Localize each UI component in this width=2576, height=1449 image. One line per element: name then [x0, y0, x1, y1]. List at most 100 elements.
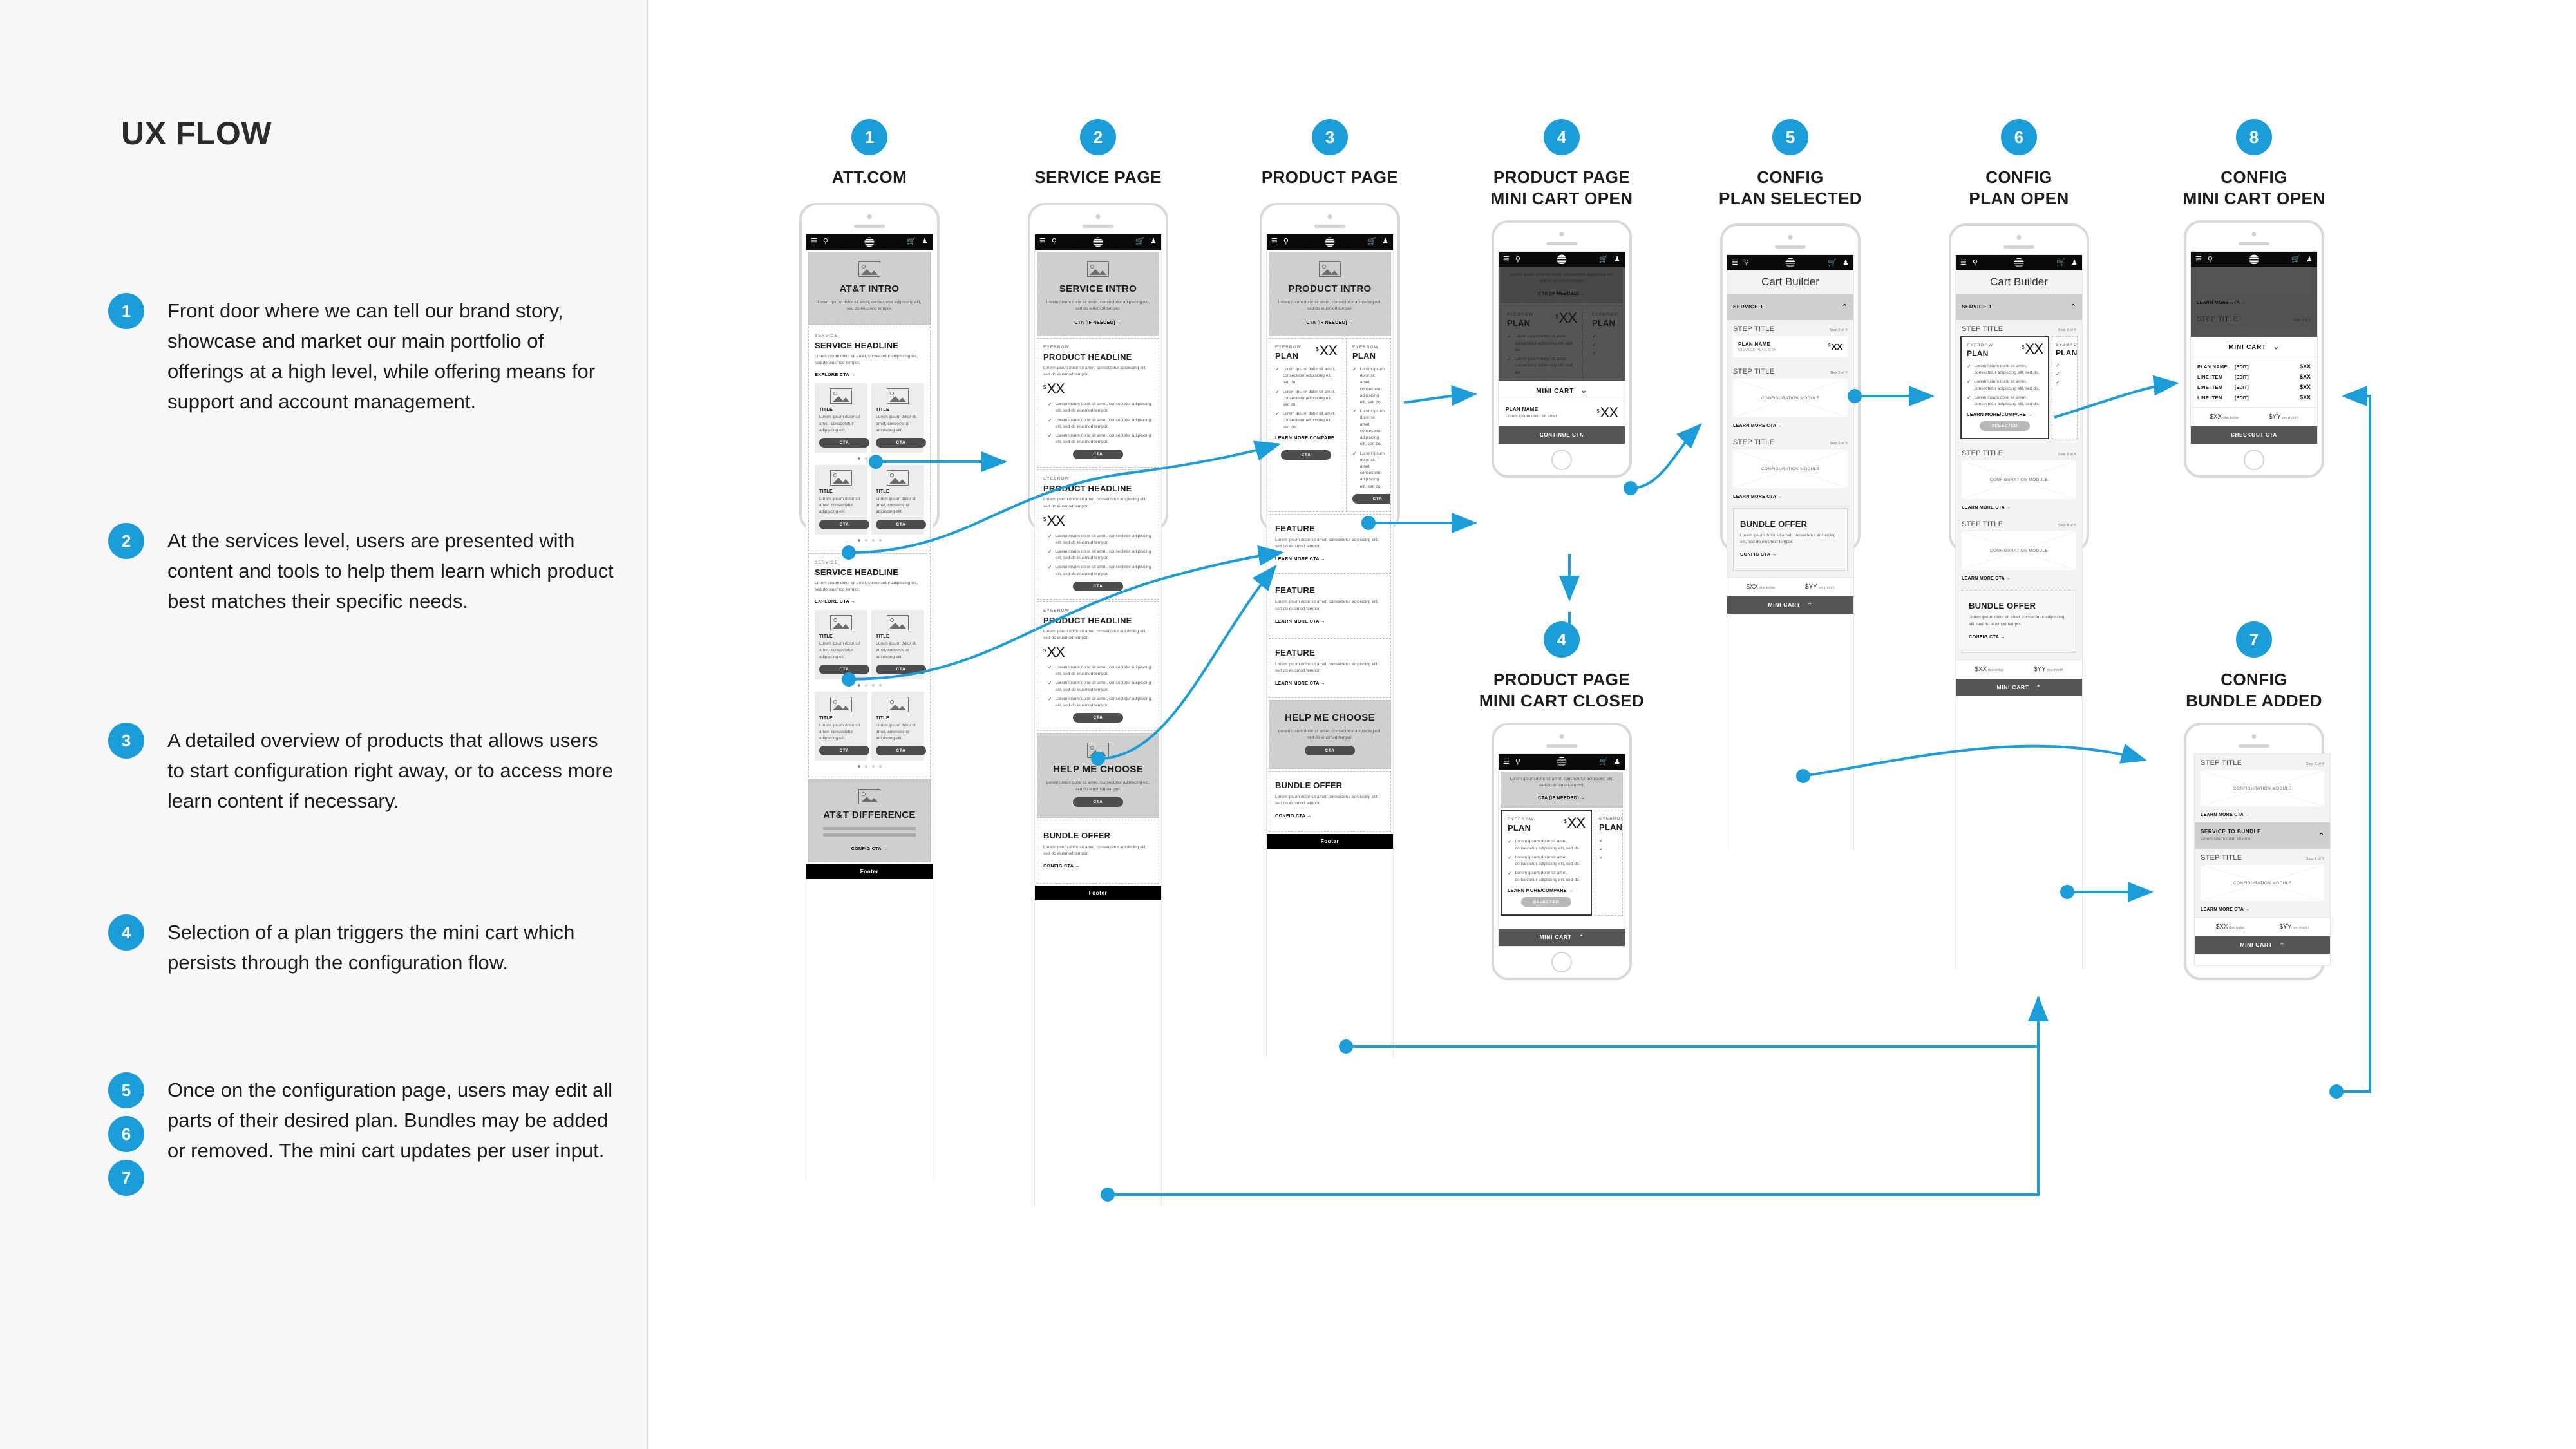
learn-more-cta-link[interactable]: LEARN MORE CTA →: [2195, 809, 2330, 822]
att-logo-icon[interactable]: [1325, 237, 1335, 247]
carousel-dots[interactable]: [815, 679, 924, 689]
explore-cta-link[interactable]: EXPLORE CTA →: [815, 598, 924, 604]
help-me-choose-cta-button[interactable]: CTA: [1073, 797, 1123, 807]
configuration-module[interactable]: CONFIGURATION MODULE: [1962, 531, 2076, 571]
hamburger-icon[interactable]: ☰: [1503, 256, 1510, 263]
plan-selected-button[interactable]: SELECTED: [1521, 896, 1571, 907]
product-cta-button[interactable]: CTA: [1073, 713, 1123, 723]
chevron-up-icon[interactable]: ⌃: [2280, 942, 2285, 948]
user-icon[interactable]: ♟: [1382, 238, 1388, 245]
carousel-dot[interactable]: [857, 765, 860, 768]
search-icon[interactable]: ⚲: [2208, 256, 2213, 263]
hamburger-icon[interactable]: ☰: [1039, 238, 1046, 245]
cart-icon[interactable]: 🛒: [1599, 256, 1608, 263]
home-button[interactable]: [1551, 952, 1572, 972]
learn-more-compare-link[interactable]: LEARN MORE/COMPARE →: [1508, 887, 1585, 893]
carousel-dot[interactable]: [864, 765, 867, 768]
tile-cta-button[interactable]: CTA: [819, 438, 869, 448]
search-icon[interactable]: ⚲: [823, 238, 828, 245]
carousel-dot[interactable]: [878, 765, 882, 768]
tile-cta-button[interactable]: CTA: [819, 664, 869, 674]
product-tile[interactable]: TITLE Lorem ipsum dolor sit amet, consec…: [815, 383, 869, 453]
learn-more-cta-link[interactable]: LEARN MORE CTA →: [1956, 502, 2082, 516]
learn-more-cta-link[interactable]: LEARN MORE CTA →: [1727, 491, 1853, 504]
carousel-dots[interactable]: [815, 453, 924, 462]
cart-icon[interactable]: 🛒: [1828, 259, 1837, 267]
home-button[interactable]: [2244, 450, 2264, 470]
carousel-dot[interactable]: [878, 457, 882, 460]
product-tile[interactable]: TITLE Lorem ipsum dolor sit amet, consec…: [871, 465, 926, 535]
att-logo-icon[interactable]: [1557, 254, 1567, 265]
chevron-up-icon[interactable]: ⌃: [2318, 831, 2324, 840]
cart-icon[interactable]: 🛒: [2056, 259, 2065, 267]
line-edit-link[interactable]: [EDIT]: [2235, 384, 2249, 390]
configuration-module[interactable]: [2197, 267, 2311, 294]
help-me-choose-cta-button[interactable]: CTA: [1305, 745, 1355, 755]
att-logo-icon[interactable]: [864, 237, 875, 247]
learn-more-compare-link[interactable]: LEARN MORE/COMPARE →: [1967, 412, 2043, 417]
att-logo-icon[interactable]: [2014, 258, 2024, 268]
configuration-module[interactable]: CONFIGURATION MODULE: [2201, 770, 2324, 806]
search-icon[interactable]: ⚲: [1052, 238, 1057, 245]
cart-icon[interactable]: 🛒: [1599, 758, 1608, 766]
cart-icon[interactable]: 🛒: [1367, 238, 1376, 245]
plan-cta-button[interactable]: CTA: [1281, 450, 1331, 460]
user-icon[interactable]: ♟: [922, 238, 928, 245]
carousel-dot[interactable]: [857, 457, 860, 460]
hamburger-icon[interactable]: ☰: [811, 238, 817, 245]
mini-cart-collapsed-bar[interactable]: MINI CART ⌃: [1727, 596, 1853, 614]
service-to-bundle-header[interactable]: SERVICE TO BUNDLE Lorem ipsum dolor sit …: [2195, 822, 2330, 849]
selected-plan-row[interactable]: PLAN NAME CHANGE PLAN CTA $ XX: [1733, 336, 1848, 357]
feature-learn-more-link[interactable]: LEARN MORE CTA →: [1275, 680, 1385, 686]
hamburger-icon[interactable]: ☰: [1732, 259, 1738, 267]
plan-selected-button[interactable]: SELECTED: [1980, 421, 2030, 431]
learn-more-cta-link[interactable]: LEARN MORE CTA →: [2195, 904, 2330, 918]
chevron-up-icon[interactable]: ⌃: [1808, 601, 1813, 608]
tile-cta-button[interactable]: CTA: [876, 519, 926, 529]
chevron-up-icon[interactable]: ⌃: [2070, 303, 2076, 311]
line-edit-link[interactable]: [EDIT]: [2235, 364, 2249, 370]
hamburger-icon[interactable]: ☰: [1271, 238, 1278, 245]
product-tile[interactable]: TITLE Lorem ipsum dolor sit amet, consec…: [871, 610, 926, 679]
config-cta-link[interactable]: CONFIG CTA →: [815, 846, 923, 851]
user-icon[interactable]: ♟: [1614, 256, 1620, 263]
mini-cart-header[interactable]: MINI CART ⌄: [2191, 337, 2317, 357]
att-logo-icon[interactable]: [1093, 237, 1103, 247]
cart-icon[interactable]: 🛒: [1135, 238, 1144, 245]
learn-more-cta-link[interactable]: LEARN MORE CTA →: [2191, 297, 2317, 310]
carousel-dot[interactable]: [871, 765, 875, 768]
carousel-dot[interactable]: [864, 683, 867, 687]
configuration-module[interactable]: CONFIGURATION MODULE: [2201, 865, 2324, 902]
line-edit-link[interactable]: [EDIT]: [2235, 395, 2249, 401]
product-cta-button[interactable]: CTA: [1073, 581, 1123, 591]
user-icon[interactable]: ♟: [2071, 259, 2078, 267]
plan-card-peek[interactable]: EYEBROW PLAN ✓ Lorem ipsum dolor sit amet…: [1346, 337, 1391, 512]
carousel-dot[interactable]: [864, 538, 867, 542]
carousel-dot[interactable]: [857, 538, 860, 542]
bundle-config-cta-link[interactable]: CONFIG CTA →: [1969, 634, 2069, 639]
explore-cta-link[interactable]: EXPLORE CTA →: [815, 372, 924, 377]
search-icon[interactable]: ⚲: [1973, 259, 1978, 267]
checkout-cta-button[interactable]: CHECKOUT CTA: [2191, 426, 2317, 444]
carousel-dot[interactable]: [871, 538, 875, 542]
cart-icon[interactable]: 🛒: [2291, 256, 2300, 263]
search-icon[interactable]: ⚲: [1515, 256, 1520, 263]
cart-icon[interactable]: 🛒: [907, 238, 916, 245]
hero-cta-link[interactable]: CTA (IF NEEDED) →: [1508, 290, 1616, 296]
product-cta-button[interactable]: CTA: [1073, 450, 1123, 460]
product-tile[interactable]: TITLE Lorem ipsum dolor sit amet, consec…: [815, 610, 869, 679]
chevron-down-icon[interactable]: ⌄: [1581, 387, 1587, 395]
tile-cta-button[interactable]: CTA: [819, 519, 869, 529]
plan-cta-button[interactable]: CTA: [1352, 493, 1390, 504]
mini-cart-collapsed-bar[interactable]: MINI CART ⌃: [2195, 936, 2330, 954]
hero-cta-link[interactable]: CTA (IF NEEDED) →: [1508, 795, 1616, 800]
bundle-config-cta-link[interactable]: CONFIG CTA →: [1043, 863, 1153, 869]
carousel-dots[interactable]: [815, 761, 924, 770]
feature-learn-more-link[interactable]: LEARN MORE CTA →: [1275, 618, 1385, 624]
tile-cta-button[interactable]: CTA: [876, 664, 926, 674]
user-icon[interactable]: ♟: [1614, 758, 1620, 766]
tile-cta-button[interactable]: CTA: [876, 438, 926, 448]
configuration-module[interactable]: CONFIGURATION MODULE: [1733, 379, 1848, 417]
learn-more-compare-link[interactable]: LEARN MORE/COMPARE →: [1275, 435, 1337, 446]
chevron-up-icon[interactable]: ⌃: [1842, 303, 1848, 311]
